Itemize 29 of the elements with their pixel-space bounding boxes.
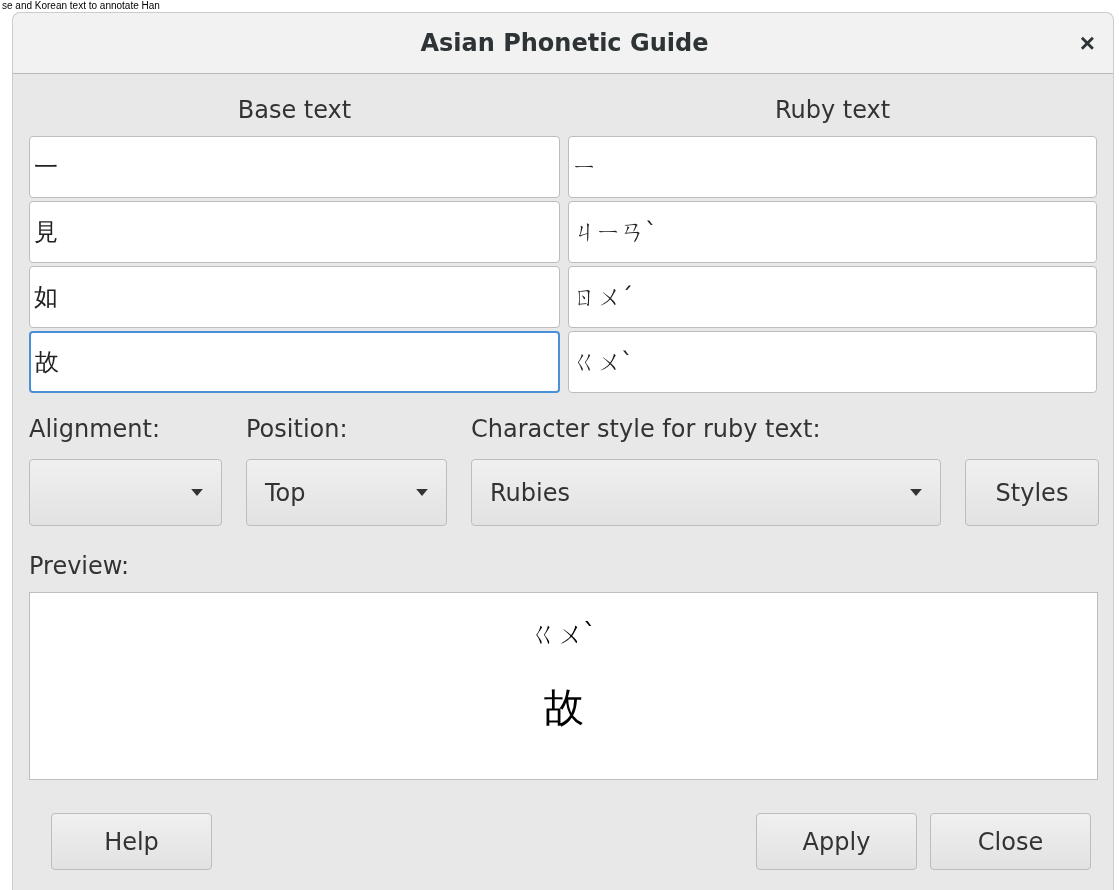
ruby-text-field[interactable]: ㄐㄧㄢˋ — [568, 201, 1097, 263]
base-text-field[interactable]: 故 — [29, 331, 560, 393]
base-text-field[interactable]: 一 — [29, 136, 560, 198]
dialog-button[interactable]: Help — [51, 813, 212, 870]
dropdown[interactable] — [29, 459, 222, 526]
field-label: Alignment: — [29, 415, 162, 443]
ruby-text-field[interactable]: ㄖㄨˊ — [568, 266, 1097, 328]
window-title: Asian Phonetic Guide — [420, 29, 709, 57]
base-text-field[interactable]: 見 — [29, 201, 560, 263]
dialog-button[interactable]: Apply — [756, 813, 917, 870]
styles-button[interactable]: Styles — [965, 459, 1099, 526]
preview-ruby-text: ㄍㄨˋ — [531, 618, 596, 651]
dialog-button[interactable]: Close — [930, 813, 1091, 870]
caret-icon — [191, 489, 203, 496]
dropdown[interactable]: Top — [246, 459, 447, 526]
preview-label: Preview: — [29, 552, 131, 580]
caret-icon — [910, 489, 922, 496]
field-label: Position: — [246, 415, 349, 443]
close-button[interactable]: × — [1075, 27, 1099, 59]
ruby-text-field[interactable]: ㄍㄨˋ — [568, 331, 1097, 393]
background-text: se and Korean text to annotate Han — [1, 0, 160, 12]
column-header: Base text — [236, 95, 353, 126]
ruby-text-field[interactable]: ㄧ — [568, 136, 1097, 198]
field-label: Character style for ruby text: — [471, 415, 822, 443]
preview-base-text: 故 — [543, 683, 584, 732]
column-header: Ruby text — [773, 95, 892, 126]
base-text-field[interactable]: 如 — [29, 266, 560, 328]
dropdown[interactable]: Rubies — [471, 459, 941, 526]
caret-icon — [416, 489, 428, 496]
